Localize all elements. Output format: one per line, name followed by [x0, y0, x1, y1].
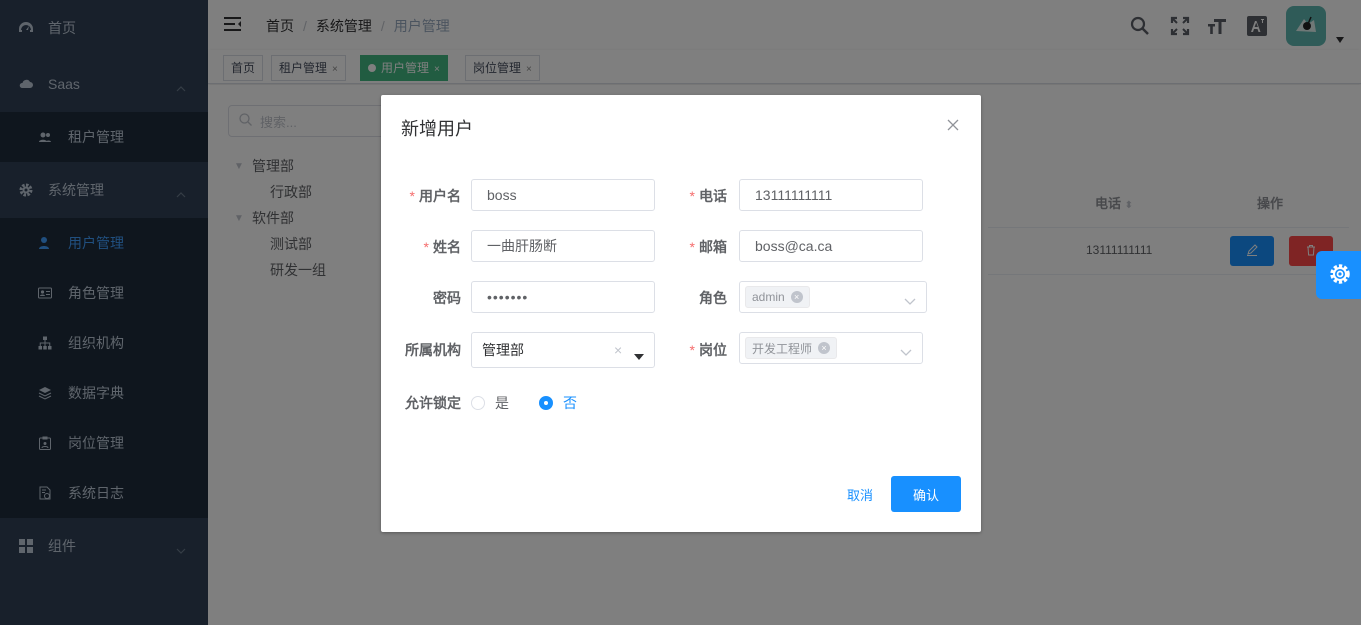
lock-label: 允许锁定: [381, 393, 461, 413]
password-input[interactable]: •••••••: [471, 281, 655, 313]
label-text: 岗位: [699, 342, 727, 358]
role-select[interactable]: admin ×: [739, 281, 927, 313]
input-value: 一曲肝肠断: [487, 238, 557, 254]
lock-no-radio[interactable]: 否: [539, 393, 577, 413]
phone-input[interactable]: 13111111111: [739, 179, 923, 211]
tag-close-icon[interactable]: ×: [818, 342, 831, 354]
input-value: 13111111111: [755, 187, 833, 203]
radio-circle[interactable]: [539, 396, 553, 410]
input-value: boss@ca.ca: [755, 238, 833, 254]
chevron-down-icon[interactable]: [904, 293, 916, 309]
gear-icon: [1328, 262, 1352, 289]
required-mark: *: [689, 239, 695, 255]
email-label: * 邮箱: [647, 237, 727, 257]
nickname-input[interactable]: 一曲肝肠断: [471, 230, 655, 262]
username-label: * 用户名: [381, 186, 461, 206]
required-mark: *: [689, 188, 695, 204]
label-text: 密码: [433, 290, 461, 306]
tag-close-icon[interactable]: ×: [790, 291, 803, 303]
caret-down-icon[interactable]: [634, 347, 644, 363]
label-text: 用户名: [419, 188, 461, 204]
input-value: boss: [487, 187, 517, 203]
chevron-down-icon[interactable]: [900, 344, 912, 360]
password-label: 密码: [381, 288, 461, 308]
required-mark: *: [423, 239, 429, 255]
label-text: 所属机构: [405, 342, 461, 358]
radio-label: 是: [495, 395, 509, 411]
email-input[interactable]: boss@ca.ca: [739, 230, 923, 262]
dept-select[interactable]: 管理部 ×: [471, 332, 655, 368]
label-text: 邮箱: [699, 239, 727, 255]
role-label: 角色: [647, 288, 727, 308]
role-tag: admin ×: [745, 286, 810, 308]
radio-circle[interactable]: [471, 396, 485, 410]
label-text: 姓名: [433, 239, 461, 255]
label-text: 电话: [699, 188, 727, 204]
input-value: •••••••: [487, 289, 529, 305]
dept-label: 所属机构: [381, 340, 461, 360]
username-input[interactable]: boss: [471, 179, 655, 211]
job-label: * 岗位: [647, 340, 727, 360]
nickname-label: * 姓名: [381, 237, 461, 257]
clear-icon[interactable]: ×: [614, 342, 622, 358]
job-tag: 开发工程师 ×: [745, 337, 838, 359]
radio-label: 否: [563, 395, 577, 411]
settings-button[interactable]: [1316, 251, 1361, 299]
job-select[interactable]: 开发工程师 ×: [739, 332, 923, 364]
label-text: 角色: [699, 290, 727, 306]
close-icon[interactable]: [945, 117, 961, 133]
select-value: 管理部: [482, 342, 524, 358]
dialog-title: 新增用户: [401, 119, 473, 139]
lock-yes-radio[interactable]: 是: [471, 393, 509, 413]
phone-label: * 电话: [647, 186, 727, 206]
required-mark: *: [689, 342, 695, 358]
tag-label: 开发工程师: [752, 341, 813, 356]
add-user-dialog: 新增用户 * 用户名 boss * 电话 13111111111 * 姓名 一曲肝肠断…: [381, 95, 981, 532]
cancel-button[interactable]: 取消: [837, 476, 883, 512]
label-text: 允许锁定: [405, 395, 461, 411]
confirm-button[interactable]: 确认: [891, 476, 961, 512]
required-mark: *: [409, 188, 415, 204]
tag-label: admin: [752, 290, 785, 304]
